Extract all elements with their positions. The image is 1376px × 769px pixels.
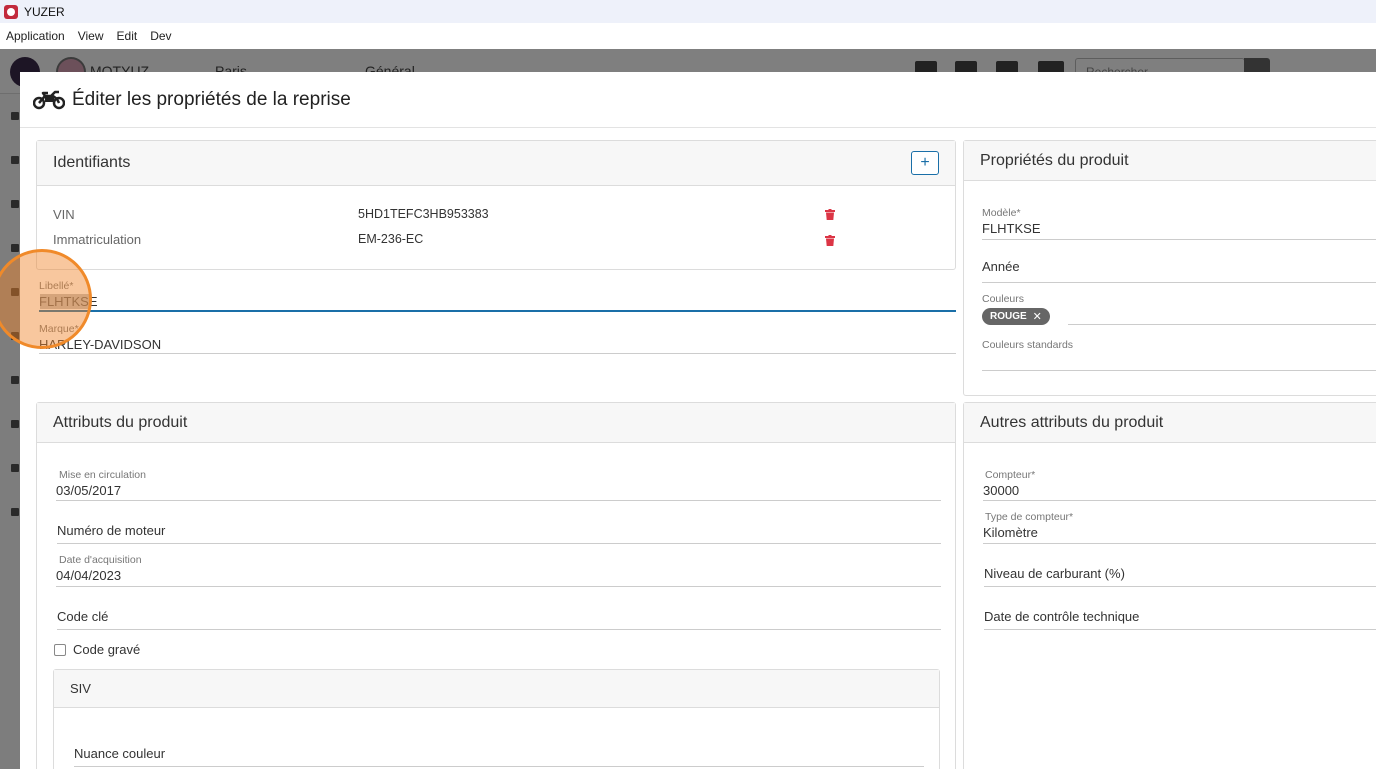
code-cle-label: Code clé	[57, 609, 109, 624]
delete-immatriculation-trash-icon[interactable]	[825, 235, 835, 246]
mise-en-circulation-label: Mise en circulation	[59, 469, 146, 481]
numero-moteur-label: Numéro de moteur	[57, 523, 166, 538]
nuance-couleur-field[interactable]: Nuance couleur	[74, 746, 924, 767]
identifiant-value-immatriculation: EM-236-EC	[358, 232, 424, 246]
siv-title: SIV	[70, 681, 91, 696]
proprietes-card: Propriétés du produit Modèle* FLHTKSE An…	[963, 140, 1376, 396]
couleur-chip-rouge[interactable]: ROUGE ✕	[982, 308, 1050, 325]
identifiants-header: Identifiants +	[37, 141, 955, 186]
numero-moteur-underline	[57, 543, 941, 544]
couleurs-standards-underline	[982, 370, 1376, 371]
compteur-field[interactable]: Compteur* 30000	[983, 469, 1376, 501]
mise-en-circulation-underline	[56, 500, 941, 501]
type-compteur-underline	[983, 543, 1376, 544]
date-acquisition-field[interactable]: Date d'acquisition 04/04/2023	[56, 554, 941, 587]
modal-header: Éditer les propriétés de la reprise	[20, 72, 1376, 128]
edit-reprise-modal: Éditer les propriétés de la reprise Iden…	[20, 72, 1376, 769]
yuzer-logo-icon	[4, 4, 18, 19]
menu-bar: Application View Edit Dev	[0, 23, 1376, 49]
siv-header: SIV	[54, 670, 939, 708]
proprietes-title: Propriétés du produit	[980, 151, 1129, 169]
marque-underline	[39, 353, 956, 354]
date-controle-underline	[984, 629, 1376, 630]
marque-field[interactable]: Marque* HARLEY-DAVIDSON	[39, 323, 956, 354]
modele-label: Modèle*	[982, 207, 1021, 219]
window-title: YUZER	[24, 4, 65, 19]
compteur-label: Compteur*	[985, 469, 1036, 481]
modele-input[interactable]: FLHTKSE	[982, 221, 1376, 236]
couleurs-standards-label: Couleurs standards	[982, 339, 1074, 351]
marque-label: Marque*	[39, 323, 79, 335]
autres-attributs-header: Autres attributs du produit	[964, 403, 1376, 443]
delete-vin-trash-icon[interactable]	[825, 209, 835, 220]
code-cle-underline	[57, 629, 941, 630]
add-identifiant-button[interactable]: +	[911, 151, 939, 175]
autres-attributs-card: Autres attributs du produit Compteur* 30…	[963, 402, 1376, 769]
date-acquisition-input[interactable]: 04/04/2023	[56, 568, 941, 583]
siv-card: SIV Nuance couleur	[53, 669, 940, 769]
chip-label: ROUGE	[990, 311, 1027, 322]
date-controle-label: Date de contrôle technique	[984, 609, 1140, 624]
marque-input[interactable]: HARLEY-DAVIDSON	[39, 337, 956, 352]
libelle-underline	[39, 310, 956, 312]
annee-underline	[982, 282, 1376, 283]
identifiant-label-vin: VIN	[53, 207, 75, 222]
mise-en-circulation-input[interactable]: 03/05/2017	[56, 483, 941, 498]
annee-field[interactable]: Année	[982, 259, 1376, 283]
niveau-carburant-label: Niveau de carburant (%)	[984, 566, 1125, 581]
couleurs-label: Couleurs	[982, 293, 1025, 305]
menu-dev[interactable]: Dev	[150, 29, 171, 43]
modele-field[interactable]: Modèle* FLHTKSE	[982, 207, 1376, 240]
compteur-underline	[983, 500, 1376, 501]
couleurs-field[interactable]: Couleurs ROUGE ✕	[982, 293, 1376, 325]
identifiants-title: Identifiants	[53, 154, 131, 171]
attributs-title: Attributs du produit	[53, 413, 188, 431]
type-compteur-field[interactable]: Type de compteur* Kilomètre	[983, 511, 1376, 544]
attributs-header: Attributs du produit	[37, 403, 955, 443]
code-grave-checkbox[interactable]	[54, 644, 66, 656]
nuance-couleur-underline	[74, 766, 924, 767]
window-titlebar: YUZER	[0, 0, 1376, 23]
identifiant-value-vin: 5HD1TEFC3HB953383	[358, 207, 489, 221]
niveau-carburant-underline	[984, 586, 1376, 587]
attributs-card: Attributs du produit Mise en circulation…	[36, 402, 956, 769]
couleurs-standards-field[interactable]: Couleurs standards	[982, 339, 1376, 371]
menu-view[interactable]: View	[78, 29, 104, 43]
type-compteur-select[interactable]: Kilomètre	[983, 525, 1376, 540]
mise-en-circulation-field[interactable]: Mise en circulation 03/05/2017	[56, 469, 941, 501]
identifiants-card: Identifiants + VIN 5HD1TEFC3HB953383 Imm…	[36, 140, 956, 270]
autres-attributs-title: Autres attributs du produit	[980, 413, 1164, 431]
proprietes-header: Propriétés du produit	[964, 141, 1376, 181]
nuance-couleur-label: Nuance couleur	[74, 746, 166, 761]
libelle-field[interactable]: Libellé* FLHTKSE	[39, 280, 956, 312]
couleurs-underline	[1068, 324, 1376, 325]
identifiant-label-immatriculation: Immatriculation	[53, 232, 142, 247]
date-controle-field[interactable]: Date de contrôle technique	[984, 609, 1376, 630]
libelle-label: Libellé*	[39, 280, 74, 292]
niveau-carburant-field[interactable]: Niveau de carburant (%)	[984, 566, 1376, 587]
modal-title: Éditer les propriétés de la reprise	[72, 88, 351, 110]
date-acquisition-label: Date d'acquisition	[59, 554, 142, 566]
menu-application[interactable]: Application	[6, 29, 65, 43]
code-grave-label: Code gravé	[73, 642, 141, 657]
date-acquisition-underline	[56, 586, 941, 587]
compteur-input[interactable]: 30000	[983, 483, 1376, 498]
annee-label: Année	[982, 259, 1020, 274]
motorcycle-icon	[33, 90, 65, 109]
code-cle-field[interactable]: Code clé	[57, 609, 941, 630]
numero-moteur-field[interactable]: Numéro de moteur	[57, 523, 941, 544]
chip-remove-icon[interactable]: ✕	[1033, 310, 1042, 323]
menu-edit[interactable]: Edit	[117, 29, 138, 43]
modele-underline	[982, 239, 1376, 240]
libelle-input[interactable]: FLHTKSE	[39, 294, 956, 309]
type-compteur-label: Type de compteur*	[985, 511, 1074, 523]
